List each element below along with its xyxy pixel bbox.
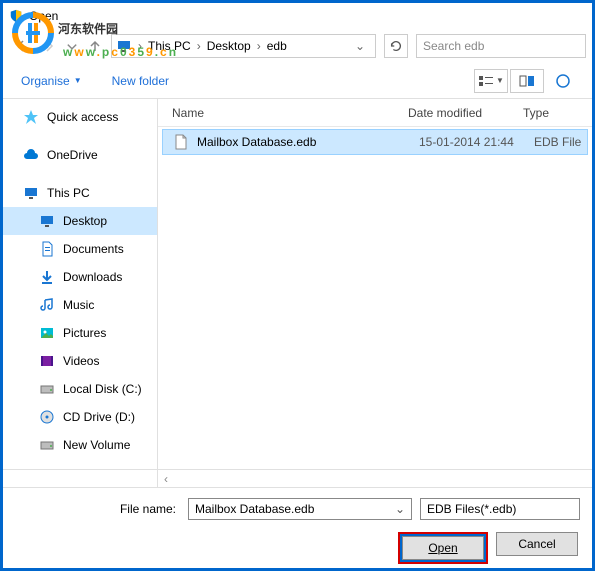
back-button[interactable] xyxy=(9,34,33,58)
filename-input[interactable]: Mailbox Database.edb ⌄ xyxy=(188,498,412,520)
cancel-button[interactable]: Cancel xyxy=(496,532,578,556)
sidebar-item-documents[interactable]: Documents xyxy=(3,235,157,263)
sidebar: Quick access OneDrive This PC Desktop Do… xyxy=(3,99,158,469)
monitor-icon xyxy=(23,185,39,201)
disk-icon xyxy=(39,381,55,397)
chevron-down-icon[interactable]: ⌄ xyxy=(395,502,405,516)
open-highlight: Open xyxy=(398,532,488,564)
sidebar-item-newvolume[interactable]: New Volume xyxy=(3,431,157,459)
col-type[interactable]: Type xyxy=(523,106,592,120)
view-mode-button[interactable]: ▼ xyxy=(474,69,508,93)
up-button[interactable] xyxy=(83,34,107,58)
star-icon xyxy=(23,109,39,125)
sidebar-item-desktop[interactable]: Desktop xyxy=(3,207,157,235)
sidebar-item-thispc[interactable]: This PC xyxy=(3,179,157,207)
bottom-panel: File name: Mailbox Database.edb ⌄ EDB Fi… xyxy=(3,487,592,564)
sidebar-item-music[interactable]: Music xyxy=(3,291,157,319)
music-icon xyxy=(39,297,55,313)
filetype-filter[interactable]: EDB Files(*.edb) xyxy=(420,498,580,520)
file-icon xyxy=(173,134,189,150)
sidebar-item-localdisk[interactable]: Local Disk (C:) xyxy=(3,375,157,403)
cloud-icon xyxy=(23,147,39,163)
history-dropdown[interactable] xyxy=(65,34,79,58)
col-name[interactable]: Name xyxy=(158,106,408,120)
titlebar: Open xyxy=(3,3,592,29)
download-icon xyxy=(39,269,55,285)
refresh-button[interactable] xyxy=(384,34,408,58)
breadcrumb[interactable]: › This PC › Desktop › edb ⌄ xyxy=(111,34,376,58)
cd-icon xyxy=(39,409,55,425)
file-name: Mailbox Database.edb xyxy=(197,135,419,149)
breadcrumb-thispc[interactable]: This PC xyxy=(144,39,195,53)
column-headers: Name Date modified Type xyxy=(158,99,592,127)
videos-icon xyxy=(39,353,55,369)
new-folder-button[interactable]: New folder xyxy=(106,70,175,92)
document-icon xyxy=(39,241,55,257)
nav-row: › This PC › Desktop › edb ⌄ Search edb xyxy=(3,29,592,63)
sidebar-item-videos[interactable]: Videos xyxy=(3,347,157,375)
sidebar-item-downloads[interactable]: Downloads xyxy=(3,263,157,291)
main-area: Quick access OneDrive This PC Desktop Do… xyxy=(3,99,592,469)
scroll-area: ‹ xyxy=(3,469,592,487)
scroll-left-icon[interactable]: ‹ xyxy=(158,470,174,487)
preview-pane-button[interactable] xyxy=(510,69,544,93)
file-area: Name Date modified Type Mailbox Database… xyxy=(158,99,592,469)
monitor-icon xyxy=(116,38,132,54)
filename-label: File name: xyxy=(15,502,180,516)
file-date: 15-01-2014 21:44 xyxy=(419,135,534,149)
sidebar-item-cddrive[interactable]: CD Drive (D:) xyxy=(3,403,157,431)
col-date[interactable]: Date modified xyxy=(408,106,523,120)
shield-icon xyxy=(9,9,23,23)
organise-menu[interactable]: Organise▼ xyxy=(15,70,88,92)
pictures-icon xyxy=(39,325,55,341)
forward-button[interactable] xyxy=(37,34,61,58)
sidebar-item-onedrive[interactable]: OneDrive xyxy=(3,141,157,169)
disk-icon xyxy=(39,437,55,453)
breadcrumb-edb[interactable]: edb xyxy=(263,39,291,53)
breadcrumb-desktop[interactable]: Desktop xyxy=(203,39,255,53)
sidebar-item-pictures[interactable]: Pictures xyxy=(3,319,157,347)
search-placeholder: Search edb xyxy=(423,39,484,53)
open-button[interactable]: Open xyxy=(402,536,484,560)
desktop-icon xyxy=(39,213,55,229)
help-button[interactable] xyxy=(546,69,580,93)
breadcrumb-dropdown-icon[interactable]: ⌄ xyxy=(349,39,371,53)
sidebar-item-quick-access[interactable]: Quick access xyxy=(3,103,157,131)
toolbar: Organise▼ New folder ▼ xyxy=(3,63,592,99)
file-row[interactable]: Mailbox Database.edb 15-01-2014 21:44 ED… xyxy=(162,129,588,155)
window-title: Open xyxy=(29,9,58,23)
search-input[interactable]: Search edb xyxy=(416,34,586,58)
file-type: EDB File xyxy=(534,135,581,149)
